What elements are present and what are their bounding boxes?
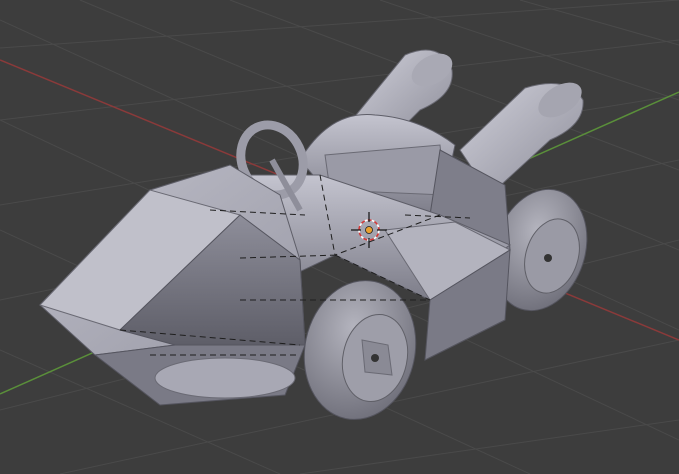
wheel-front-right — [303, 280, 417, 420]
3d-viewport[interactable] — [0, 0, 679, 474]
kart-model[interactable] — [39, 47, 602, 430]
viewport-canvas[interactable] — [0, 0, 679, 474]
object-origin-dot-icon — [365, 226, 373, 234]
kart-nose — [39, 164, 306, 406]
